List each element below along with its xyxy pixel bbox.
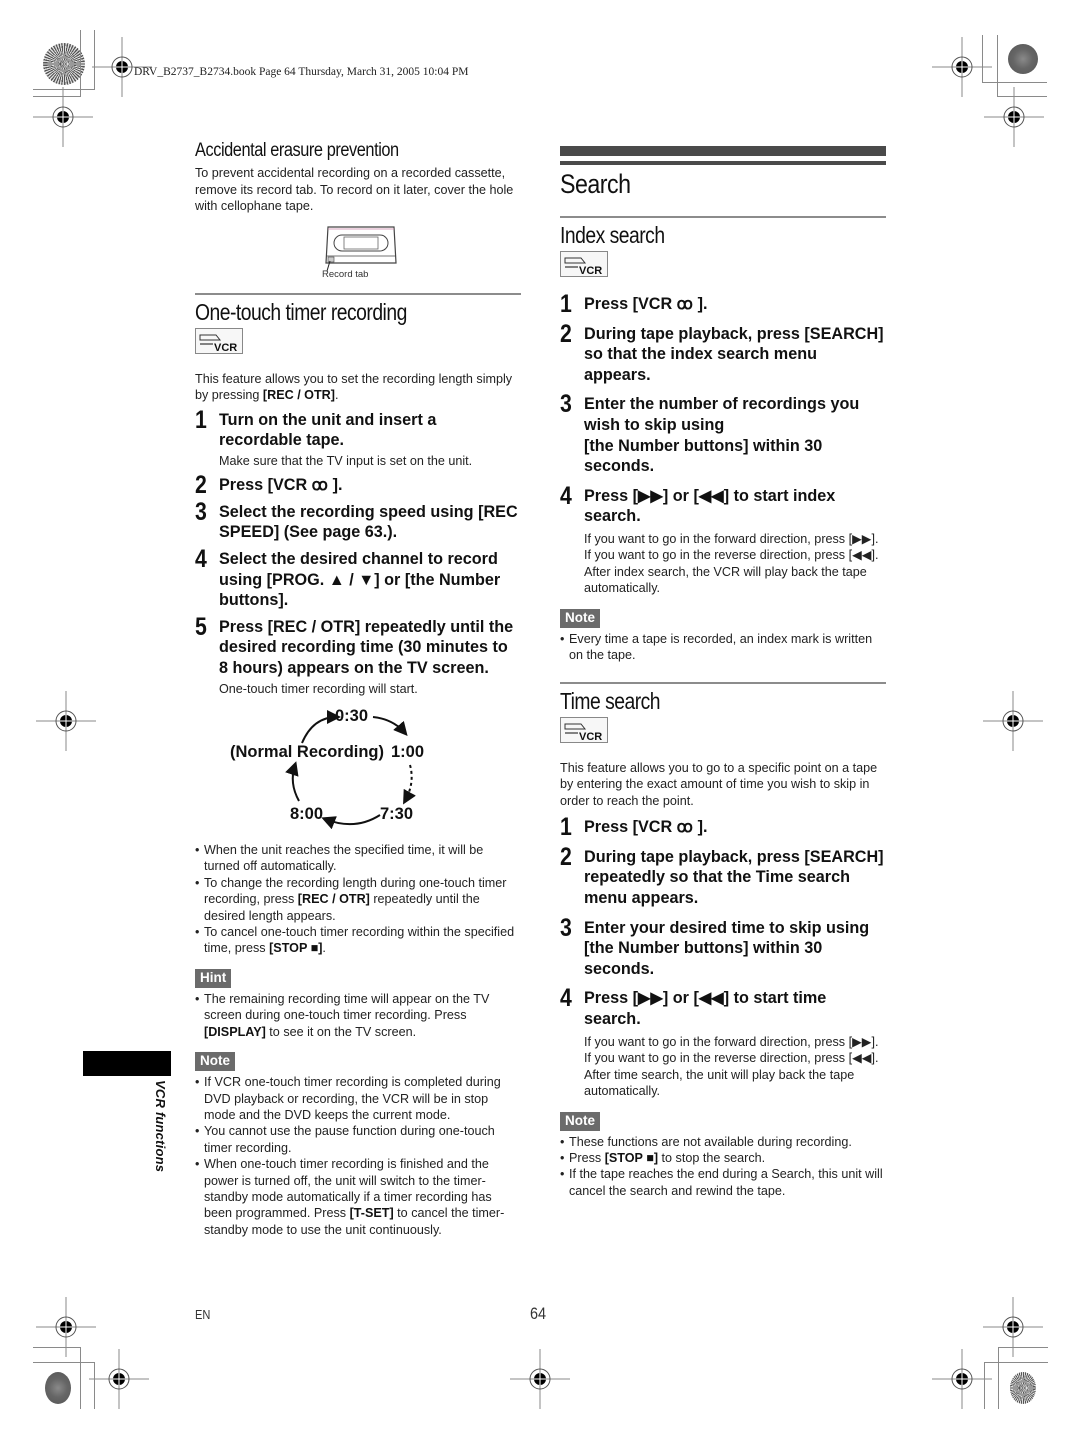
vcr-tape-icon: ꝏ: [311, 476, 329, 495]
print-spiral-mark-top-right: [1008, 44, 1038, 74]
crop-line: [80, 1347, 81, 1409]
registration-mark-icon: [983, 1297, 1043, 1357]
time-step-1: 1 Press [VCR ꝏ ].: [560, 813, 708, 842]
recording-time-cycle-diagram: 0:30 (Normal Recording) 1:00 8:00 7:30: [195, 703, 521, 838]
one-touch-bullets: When the unit reaches the specified time…: [195, 842, 521, 957]
one-touch-intro: This feature allows you to set the recor…: [195, 371, 513, 403]
registration-mark-icon: [932, 1349, 992, 1409]
page-number: 64: [530, 1304, 547, 1323]
cycle-label-1-00: 1:00: [391, 743, 425, 762]
registration-mark-icon: [33, 87, 93, 147]
vcr-tape-icon: ꝏ: [676, 818, 694, 837]
time-search-intro: This feature allows you to go to a speci…: [560, 760, 878, 808]
crop-line: [33, 1362, 95, 1363]
vhs-cassette-icon: [325, 225, 397, 271]
registration-mark-icon: [36, 1297, 96, 1357]
print-spiral-mark-bottom-left: [45, 1372, 71, 1404]
index-step-1: 1 Press [VCR ꝏ ].: [560, 290, 708, 318]
print-spiral-mark-bottom-right: [1010, 1372, 1036, 1404]
index-step-3: 3 Enter the number of recordings you wis…: [560, 390, 860, 476]
vcr-badge-text: VCR: [214, 342, 237, 354]
index-step-4: 4 Press [▶▶] or [◀◀] to start index sear…: [560, 481, 879, 596]
one-touch-step-1: 1 Turn on the unit and insert a recordab…: [195, 405, 473, 468]
time-step-4: 4 Press [▶▶] or [◀◀] to start time searc…: [560, 984, 879, 1099]
one-touch-step-3: 3 Select the recording speed using [REC …: [195, 497, 518, 542]
section-divider: [560, 216, 886, 218]
title-bar-thick: [560, 146, 886, 156]
svg-text:VCR: VCR: [579, 731, 602, 743]
crop-line: [33, 1347, 81, 1348]
registration-mark-icon: [89, 1349, 149, 1409]
cycle-label-8-00: 8:00: [290, 805, 324, 824]
left-column: Accidental erasure prevention To prevent…: [195, 140, 521, 1238]
rec-otr-key: [REC / OTR]: [262, 388, 335, 402]
one-touch-step-5: 5 Press [REC / OTR] repeatedly until the…: [195, 612, 514, 696]
chapter-tab-label: VCR functions: [153, 1080, 168, 1173]
chapter-tab-marker: [83, 1051, 171, 1076]
cycle-label-normal: (Normal Recording): [230, 743, 385, 762]
time-step-3: 3 Enter your desired time to skip using …: [560, 913, 870, 978]
erasure-body: To prevent accidental recording on a rec…: [195, 166, 514, 213]
one-touch-note-bullets: If VCR one-touch timer recording is comp…: [195, 1074, 521, 1238]
registration-mark-icon: [510, 1349, 570, 1409]
crop-line: [998, 1347, 1048, 1348]
one-touch-step-2: 2 Press [VCR ꝏ ].: [195, 471, 343, 500]
crop-line: [984, 1362, 985, 1409]
record-tab-caption: Record tab: [322, 268, 369, 280]
time-note-bullets: These functions are not available during…: [560, 1134, 886, 1200]
list-item: Every time a tape is recorded, an index …: [560, 631, 886, 664]
print-header: DRV_B2737_B2734.book Page 64 Thursday, M…: [134, 66, 469, 78]
registration-mark-icon: [983, 691, 1043, 751]
note-badge: Note: [560, 1111, 600, 1131]
list-item: When the unit reaches the specified time…: [195, 842, 521, 875]
time-step-2: 2 During tape playback, press [SEARCH] r…: [560, 842, 884, 908]
cassette-figure: Record tab: [322, 223, 402, 283]
registration-mark-icon: [932, 37, 992, 97]
index-search-heading: Index search: [560, 222, 665, 248]
list-item: To cancel one-touch timer recording with…: [195, 924, 521, 957]
vcr-mode-icon: VCR: [195, 327, 243, 354]
section-divider: [195, 292, 521, 295]
svg-text:VCR: VCR: [579, 265, 602, 277]
title-bar-thin: [560, 161, 886, 165]
crop-line: [998, 1347, 999, 1409]
note-badge: Note: [560, 608, 600, 628]
vcr-mode-icon: VCR: [560, 251, 608, 277]
index-step-2: 2 During tape playback, press [SEARCH] s…: [560, 319, 884, 384]
one-touch-heading: One-touch timer recording: [195, 298, 407, 325]
cycle-label-7-30: 7:30: [380, 805, 414, 824]
list-item: These functions are not available during…: [560, 1134, 886, 1151]
section-divider: [560, 681, 886, 684]
list-item: You cannot use the pause function during…: [195, 1123, 521, 1156]
vcr-mode-icon: VCR: [560, 716, 608, 743]
list-item: If VCR one-touch timer recording is comp…: [195, 1074, 521, 1123]
one-touch-step-4: 4 Select the desired channel to record u…: [195, 544, 501, 610]
note-badge: Note: [195, 1052, 235, 1072]
print-spiral-mark-top-left: [43, 43, 85, 85]
erasure-heading: Accidental erasure prevention: [195, 140, 399, 161]
right-column: Search Index search VCR 1 Press [VCR ꝏ ]…: [560, 146, 886, 1199]
registration-mark-icon: [984, 87, 1044, 147]
hint-badge: Hint: [195, 968, 232, 988]
cycle-label-0-30: 0:30: [335, 707, 369, 726]
list-item: If the tape reaches the end during a Sea…: [560, 1166, 886, 1199]
registration-mark-icon: [36, 691, 96, 751]
list-item: Press [STOP ■] to stop the search.: [560, 1150, 886, 1167]
list-item: When one-touch timer recording is finish…: [195, 1156, 521, 1238]
crop-line: [984, 1362, 1048, 1363]
list-item: The remaining recording time will appear…: [195, 991, 521, 1040]
hint-bullets: The remaining recording time will appear…: [195, 991, 521, 1040]
vcr-tape-icon: ꝏ: [676, 295, 694, 313]
index-note-bullets: Every time a tape is recorded, an index …: [560, 631, 886, 664]
time-search-heading: Time search: [560, 687, 661, 714]
footer-language: EN: [195, 1307, 211, 1322]
list-item: To change the recording length during on…: [195, 875, 521, 924]
search-title: Search: [560, 169, 631, 199]
